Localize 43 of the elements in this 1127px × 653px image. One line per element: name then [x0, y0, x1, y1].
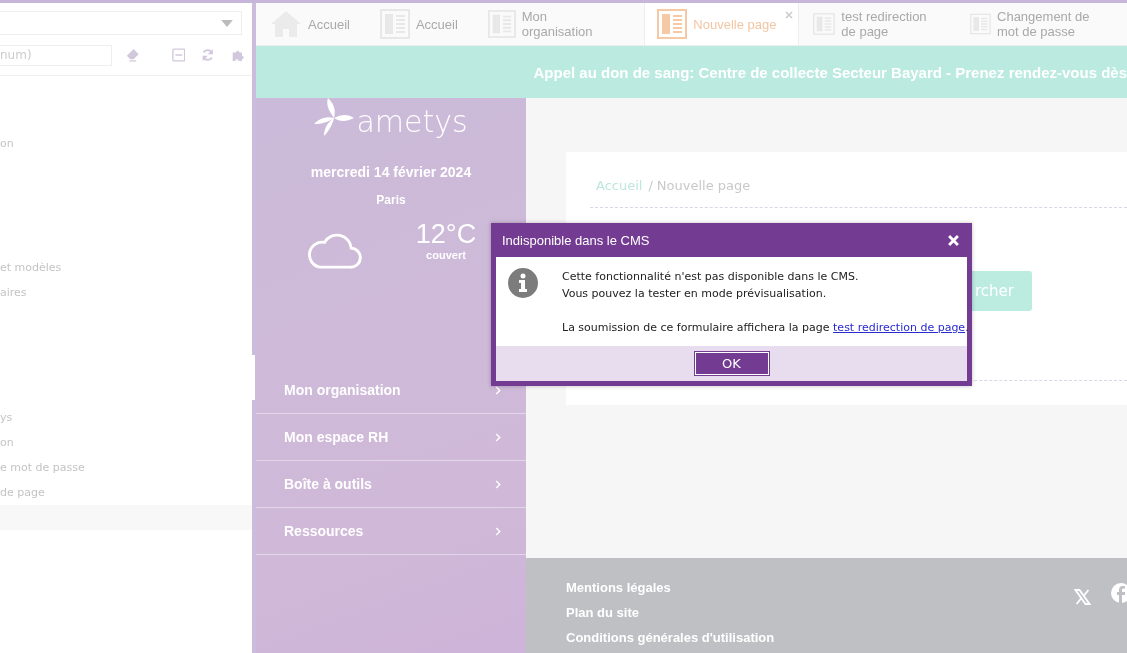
dialog-title: Indisponible dans le CMS — [502, 232, 650, 248]
temperature-text: 12°C — [415, 219, 477, 249]
dialog-note: La soumission de ce formulaire affichera la page test redirection de page. — [562, 320, 969, 336]
footer-link[interactable]: Conditions générales d'utilisation — [566, 630, 775, 645]
breadcrumb-link[interactable]: Accueil — [596, 178, 643, 193]
refresh-icon[interactable] — [201, 47, 215, 63]
banner-text: Appel au don de sang: Centre de collecte Secteur Bayard - Prenez rendez-vous dès — [533, 63, 1127, 81]
info-icon — [508, 268, 538, 298]
facebook-icon[interactable] — [1111, 583, 1127, 603]
site-logo: ametys — [314, 98, 468, 144]
tab[interactable]: Mon organisation — [487, 3, 631, 45]
tree-item[interactable]: aires — [0, 286, 27, 299]
ok-button[interactable]: OK — [694, 352, 769, 375]
page-icon — [657, 9, 688, 39]
caret-icon — [221, 19, 233, 27]
city-text: Paris — [375, 193, 407, 207]
tree-item[interactable]: de page — [0, 486, 45, 499]
tree-item[interactable]: on — [0, 436, 14, 449]
tab[interactable]: test redirection de page — [813, 3, 957, 45]
eraser-icon[interactable] — [126, 47, 140, 63]
tab[interactable]: Nouvelle page — [644, 3, 800, 45]
splitter-handle[interactable] — [252, 355, 255, 400]
tree-item[interactable]: et modèles — [0, 261, 62, 274]
page-link[interactable]: test redirection de page — [833, 321, 966, 334]
tree-item[interactable]: ys — [0, 411, 13, 424]
tab[interactable]: Accueil — [379, 3, 474, 45]
x-logo-icon[interactable] — [1074, 589, 1091, 605]
chevron-icon — [495, 526, 501, 536]
chevron-icon — [495, 385, 501, 395]
collapse-icon[interactable] — [171, 47, 185, 63]
tab[interactable]: Changement de mot de passe — [970, 3, 1113, 45]
tab[interactable]: Accueil — [270, 3, 366, 45]
dropdown[interactable] — [0, 11, 242, 35]
breadcrumb-separator: / — [648, 178, 653, 193]
footer-link[interactable]: Plan du site — [566, 605, 775, 620]
chevron-icon — [495, 479, 501, 489]
chevron-icon — [495, 432, 501, 442]
footer-link[interactable]: Mentions légales — [566, 580, 775, 595]
dialog-message: Cette fonctionnalité n'est pas disponible dans le CMS. — [562, 269, 860, 285]
dialog-message: Vous pouvez la tester en mode prévisualisation. — [562, 286, 828, 302]
date-text: mercredi 14 février 2024 — [309, 164, 473, 180]
tree-item[interactable]: on — [0, 137, 14, 150]
weather-text: couvert — [425, 249, 467, 261]
